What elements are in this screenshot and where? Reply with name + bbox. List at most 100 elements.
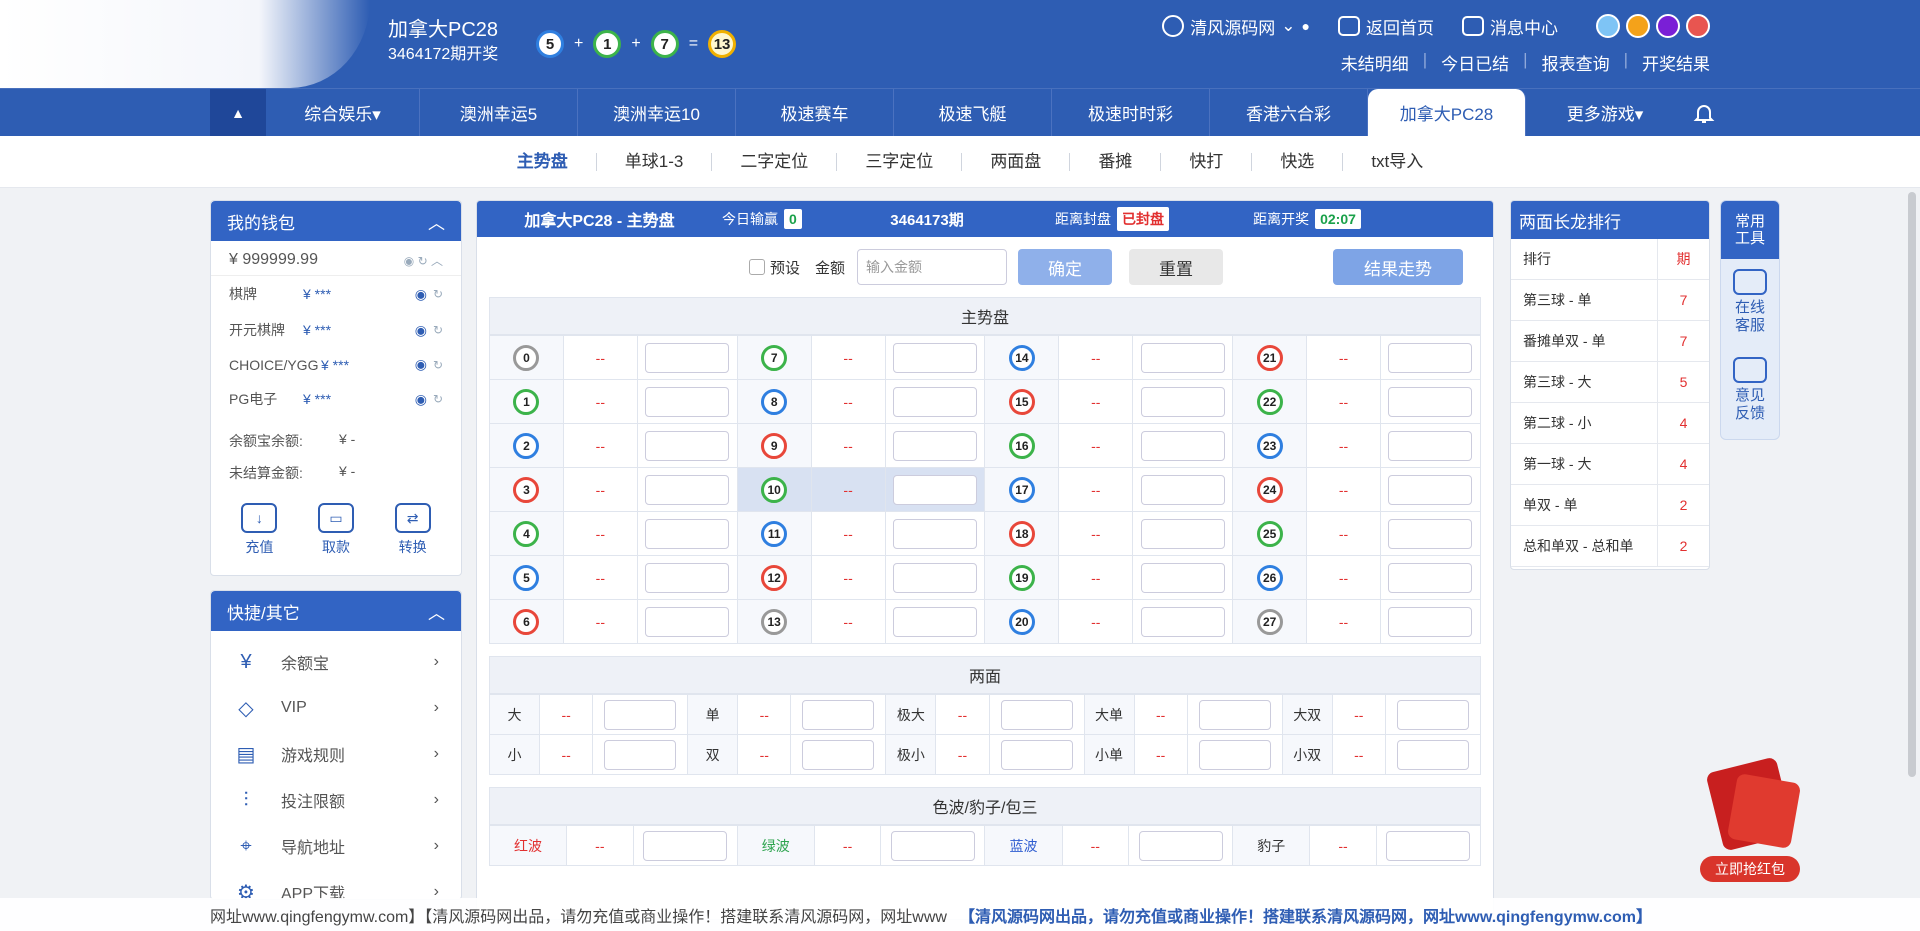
bet-option-label[interactable]: 小 bbox=[488, 734, 541, 775]
bet-amount-input[interactable] bbox=[645, 562, 730, 593]
deposit-button[interactable]: ↓ 充值 bbox=[241, 503, 278, 557]
nav-item-au10[interactable]: 澳洲幸运10 bbox=[578, 89, 736, 136]
collapse-up-button[interactable]: ▲ bbox=[210, 89, 266, 136]
bet-amount-input[interactable] bbox=[1198, 699, 1271, 730]
preset-checkbox[interactable] bbox=[749, 259, 765, 275]
quick-item-rules[interactable]: ▤ 游戏规则 › bbox=[211, 731, 461, 777]
bet-option-label[interactable]: 大单 bbox=[1083, 694, 1135, 735]
nav-item-pc28[interactable]: 加拿大PC28 bbox=[1368, 89, 1526, 136]
bet-amount-input[interactable] bbox=[1138, 830, 1223, 861]
bet-amount-input[interactable] bbox=[1140, 386, 1225, 417]
ball-cell[interactable]: 8 bbox=[736, 379, 812, 424]
nav-item-au5[interactable]: 澳洲幸运5 bbox=[420, 89, 578, 136]
tab-three-digit[interactable]: 三字定位 bbox=[837, 152, 963, 171]
grab-red-packet-button[interactable]: 立即抢红包 bbox=[1700, 856, 1800, 882]
reset-button[interactable]: 重置 bbox=[1129, 249, 1223, 285]
ball-cell[interactable]: 26 bbox=[1232, 555, 1308, 600]
bet-option-label[interactable]: 红波 bbox=[488, 825, 568, 866]
ball-cell[interactable]: 22 bbox=[1232, 379, 1308, 424]
bet-amount-input[interactable] bbox=[604, 739, 677, 770]
ball-cell[interactable]: 21 bbox=[1232, 335, 1308, 380]
page-scrollbar[interactable] bbox=[1908, 192, 1916, 777]
bet-amount-input[interactable] bbox=[1140, 606, 1225, 637]
ball-cell[interactable]: 11 bbox=[736, 511, 812, 556]
confirm-button[interactable]: 确定 bbox=[1018, 249, 1112, 285]
bet-amount-input[interactable] bbox=[1388, 562, 1473, 593]
bet-option-label[interactable]: 小双 bbox=[1281, 734, 1333, 775]
bet-option-label[interactable]: 单 bbox=[687, 694, 739, 735]
chevron-up-icon[interactable]: ︿ bbox=[428, 209, 445, 234]
theme-light-blue[interactable] bbox=[1596, 14, 1620, 38]
bet-option-label[interactable]: 双 bbox=[687, 734, 739, 775]
bet-option-label[interactable]: 极大 bbox=[885, 694, 937, 735]
tab-fantan[interactable]: 番摊 bbox=[1070, 152, 1162, 171]
nav-item-hk6[interactable]: 香港六合彩 bbox=[1210, 89, 1368, 136]
eye-icon[interactable]: ◉ bbox=[415, 286, 427, 303]
red-packet-widget[interactable]: 立即抢红包 bbox=[1700, 756, 1802, 884]
bet-amount-input[interactable] bbox=[1388, 430, 1473, 461]
bet-amount-input[interactable] bbox=[1388, 474, 1473, 505]
bet-amount-input[interactable] bbox=[1396, 739, 1469, 770]
theme-orange[interactable] bbox=[1626, 14, 1650, 38]
messages-link[interactable]: 消息中心 bbox=[1462, 14, 1558, 39]
nav-item-boat[interactable]: 极速飞艇 bbox=[894, 89, 1052, 136]
eye-icon[interactable]: ◉ bbox=[415, 356, 427, 373]
bet-amount-input[interactable] bbox=[1140, 342, 1225, 373]
bet-option-label[interactable]: 小单 bbox=[1083, 734, 1135, 775]
bet-option-label[interactable]: 蓝波 bbox=[984, 825, 1063, 866]
withdraw-button[interactable]: ▭ 取款 bbox=[317, 503, 354, 557]
ball-cell[interactable]: 16 bbox=[984, 423, 1060, 468]
ball-cell[interactable]: 13 bbox=[736, 599, 812, 644]
today-settled-link[interactable]: 今日已结 bbox=[1441, 50, 1509, 75]
tab-quick-play[interactable]: 快打 bbox=[1161, 152, 1253, 171]
ball-cell[interactable]: 19 bbox=[984, 555, 1060, 600]
nav-item-general[interactable]: 综合娱乐▾ bbox=[266, 89, 420, 136]
bet-amount-input[interactable] bbox=[892, 386, 977, 417]
ball-cell[interactable]: 17 bbox=[984, 467, 1060, 512]
bet-amount-input[interactable] bbox=[645, 342, 730, 373]
bet-amount-input[interactable] bbox=[1140, 430, 1225, 461]
ball-cell[interactable]: 12 bbox=[736, 555, 812, 600]
ball-cell[interactable]: 15 bbox=[984, 379, 1060, 424]
ball-cell[interactable]: 1 bbox=[489, 379, 564, 424]
ball-cell[interactable]: 6 bbox=[489, 599, 564, 644]
bet-option-label[interactable]: 绿波 bbox=[736, 825, 815, 866]
theme-purple[interactable] bbox=[1656, 14, 1680, 38]
ball-cell[interactable]: 0 bbox=[489, 335, 564, 380]
bet-amount-input[interactable] bbox=[1000, 739, 1073, 770]
bet-amount-input[interactable] bbox=[604, 699, 677, 730]
bet-option-label[interactable]: 大 bbox=[488, 694, 541, 735]
results-link[interactable]: 开奖结果 bbox=[1642, 50, 1710, 75]
transfer-button[interactable]: ⇄ 转换 bbox=[394, 503, 431, 557]
ball-cell[interactable]: 25 bbox=[1232, 511, 1308, 556]
quick-item-limits[interactable]: ⫶ 投注限额 › bbox=[211, 777, 461, 823]
ball-cell[interactable]: 27 bbox=[1232, 599, 1308, 644]
bet-amount-input[interactable] bbox=[892, 474, 977, 505]
bet-amount-input[interactable] bbox=[645, 474, 730, 505]
bet-amount-input[interactable] bbox=[1388, 606, 1473, 637]
ball-cell[interactable]: 18 bbox=[984, 511, 1060, 556]
bet-amount-input[interactable] bbox=[1388, 386, 1473, 417]
bet-amount-input[interactable] bbox=[890, 830, 975, 861]
refresh-icon[interactable]: ↻ bbox=[433, 287, 443, 301]
bet-amount-input[interactable] bbox=[892, 518, 977, 549]
bet-option-label[interactable]: 大双 bbox=[1281, 694, 1333, 735]
bet-amount-input[interactable] bbox=[645, 430, 730, 461]
trend-button[interactable]: 结果走势 bbox=[1333, 249, 1463, 285]
ball-cell[interactable]: 10 bbox=[736, 467, 812, 512]
ball-cell[interactable]: 3 bbox=[489, 467, 564, 512]
ball-cell[interactable]: 14 bbox=[984, 335, 1060, 380]
bet-amount-input[interactable] bbox=[1388, 518, 1473, 549]
theme-red[interactable] bbox=[1686, 14, 1710, 38]
tab-txt-import[interactable]: txt导入 bbox=[1343, 152, 1451, 171]
user-menu[interactable]: 清风源码网 ⌄ ● bbox=[1162, 14, 1310, 39]
tab-two-sides[interactable]: 两面盘 bbox=[962, 152, 1071, 171]
ball-cell[interactable]: 23 bbox=[1232, 423, 1308, 468]
feedback-button[interactable]: 意见反馈 bbox=[1721, 347, 1779, 435]
chevron-up-icon[interactable]: ︿ bbox=[428, 599, 445, 624]
nav-item-racing[interactable]: 极速赛车 bbox=[736, 89, 894, 136]
nav-item-more[interactable]: 更多游戏▾ bbox=[1526, 89, 1684, 136]
quick-header[interactable]: 快捷/其它 ︿ bbox=[211, 591, 461, 631]
bet-amount-input[interactable] bbox=[892, 606, 977, 637]
eye-icon[interactable]: ● bbox=[1302, 18, 1310, 34]
